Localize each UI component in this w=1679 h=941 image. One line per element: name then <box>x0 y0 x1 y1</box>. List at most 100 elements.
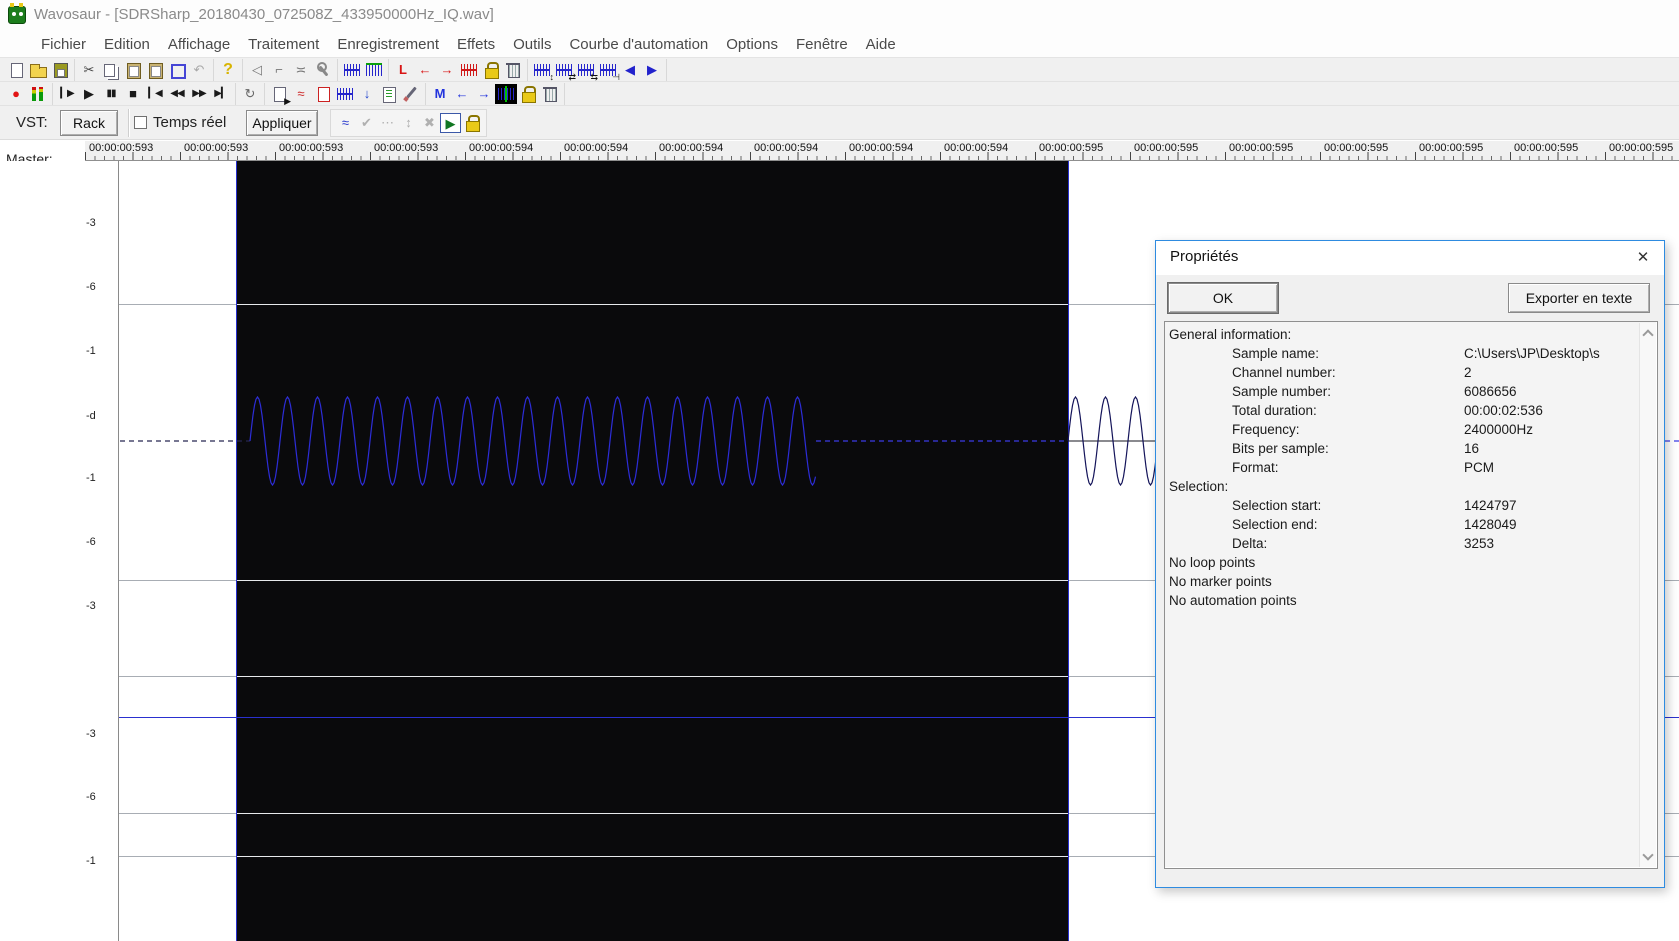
realtime-checkbox[interactable] <box>134 116 147 129</box>
property-row: Sample name: C:\Users\JP\Desktop\s <box>1232 346 1600 361</box>
routing-icon[interactable]: ⌐ <box>268 60 290 80</box>
property-row: Format: PCM <box>1232 460 1494 475</box>
menu-item[interactable]: Enregistrement <box>328 32 448 57</box>
loop-point-icon[interactable]: L <box>392 60 414 80</box>
frequency-analysis-icon[interactable] <box>334 84 356 104</box>
menu-bar: Fichier Edition Affichage Traitement Enregis… <box>0 30 1679 83</box>
db-scale-label: -3 <box>86 217 96 229</box>
marker-at-cursor-icon[interactable] <box>495 83 517 104</box>
toolbar-group-markers: M ← → <box>426 82 565 105</box>
options-wrench-icon[interactable] <box>312 60 334 80</box>
vst-apply-button[interactable]: Appliquer <box>246 110 318 136</box>
property-row: Sample number: 6086656 <box>1232 384 1517 399</box>
batch-list-icon[interactable] <box>378 84 400 104</box>
scroll-right-icon[interactable]: ▶ <box>641 60 663 80</box>
property-row: Channel number: 2 <box>1232 365 1472 380</box>
export-text-button[interactable]: Exporter en texte <box>1508 283 1650 313</box>
trim-selection-icon[interactable] <box>166 60 188 80</box>
paste-special-icon[interactable] <box>144 60 166 80</box>
property-row: No loop points <box>1169 555 1256 570</box>
lock-automation-icon[interactable] <box>461 113 482 133</box>
toolbar-group-loop-playback: ↻ <box>236 82 265 105</box>
toolbar-group-zoom: ↕ ⇄ ⇆ ⊣ ◀ ▶ <box>528 58 667 81</box>
marker-next-icon[interactable]: → <box>473 84 495 104</box>
db-scale-label: -6 <box>86 791 96 803</box>
scale-vertical-icon[interactable]: ↕ <box>398 113 419 133</box>
dialog-title-bar[interactable]: Propriétés ✕ <box>1156 241 1664 275</box>
scroll-down-icon[interactable] <box>1642 849 1654 861</box>
close-icon[interactable]: ✕ <box>1622 241 1664 275</box>
scroll-up-icon[interactable] <box>1642 329 1654 341</box>
menu-item[interactable]: Courbe d'automation <box>560 32 717 57</box>
ok-button[interactable]: OK <box>1168 283 1278 313</box>
marker-icon[interactable]: M <box>429 84 451 104</box>
zoom-selection-left-icon[interactable]: ⇆ <box>575 60 598 81</box>
db-scale-label: -6 <box>86 536 96 548</box>
loop-end-icon[interactable]: → <box>436 60 458 80</box>
scroll-left-icon[interactable]: ◀ <box>619 60 641 80</box>
automation-curve-icon[interactable]: ≈ <box>335 113 356 133</box>
draw-tool-icon[interactable] <box>400 84 422 104</box>
delete-loop-icon[interactable] <box>502 60 524 80</box>
resample-icon[interactable]: ↓ <box>356 84 378 104</box>
lock-markers-icon[interactable] <box>517 84 539 104</box>
insert-audio-icon[interactable]: ▶ <box>268 84 291 105</box>
apply-automation-icon[interactable]: ✔ <box>356 113 377 133</box>
menu-item[interactable]: Outils <box>504 32 560 57</box>
db-scale: -3 -6 -1 -d -1 -6 -3 -3 -6 -1 <box>0 0 118 941</box>
menu-item[interactable]: Options <box>717 32 787 57</box>
rewind-icon[interactable]: ◀◀ <box>166 84 188 104</box>
statistics-icon[interactable]: ≈ <box>290 84 312 104</box>
menu-items: Fichier Edition Affichage Traitement Enregis… <box>32 30 905 58</box>
menu-item[interactable]: Aide <box>857 32 905 57</box>
db-scale-label: -1 <box>86 472 96 484</box>
zoom-selection-icon[interactable] <box>341 60 363 80</box>
ruler-major-ticks <box>85 152 1679 160</box>
dialog-title: Propriétés <box>1170 248 1239 265</box>
db-scale-label: -1 <box>86 855 96 867</box>
undo-icon[interactable]: ↶ <box>188 60 210 80</box>
dialog-scrollbar[interactable] <box>1639 323 1656 867</box>
marker-previous-icon[interactable]: ← <box>451 84 473 104</box>
toolbar-group-selection <box>338 58 389 81</box>
loop-selection-icon[interactable] <box>458 60 480 80</box>
property-row: Delta: 3253 <box>1232 536 1495 551</box>
menu-item[interactable]: Fenêtre <box>787 32 857 57</box>
zoom-in-horizontal-icon[interactable]: ↕ <box>531 60 554 81</box>
property-row: Selection start: 1424797 <box>1232 498 1517 513</box>
title-bar[interactable]: Wavosaur - [SDRSharp_20180430_072508Z_43… <box>0 0 1679 30</box>
loop-playback-icon[interactable]: ↻ <box>239 84 261 104</box>
zoom-vertical-icon[interactable]: ⊣ <box>597 60 620 81</box>
audio-device-icon[interactable]: ◁ <box>246 60 268 80</box>
menu-item[interactable]: Traitement <box>239 32 328 57</box>
menu-item[interactable]: Affichage <box>159 32 239 57</box>
forward-icon[interactable]: ▶▶ <box>188 84 210 104</box>
toolbar-group-audio-config: ◁ ⌐ ≍ <box>243 58 338 81</box>
loop-start-icon[interactable]: ← <box>414 60 436 80</box>
property-row: No marker points <box>1169 574 1272 589</box>
automation-points-icon[interactable]: ⋯ <box>377 113 398 133</box>
io-config-icon[interactable]: ≍ <box>290 60 312 80</box>
toolbar-group-help: ? <box>214 58 243 81</box>
property-row: Frequency: 2400000Hz <box>1232 422 1534 437</box>
time-ruler[interactable]: 00:00:00:593 00:00:00:593 00:00:00:593 00:0… <box>85 141 1679 161</box>
preview-play-icon[interactable]: ▶ <box>440 113 461 133</box>
go-end-icon[interactable]: ▶▎ <box>210 84 232 104</box>
property-row: Total duration: 00:00:02:536 <box>1232 403 1543 418</box>
property-row: Selection end: 1428049 <box>1232 517 1517 532</box>
db-scale-label: -1 <box>86 345 96 357</box>
stop-icon[interactable]: ■ <box>122 84 144 104</box>
property-row: General information: <box>1169 327 1292 342</box>
delete-markers-icon[interactable] <box>539 84 561 104</box>
zoom-out-horizontal-icon[interactable]: ⇄ <box>553 60 576 81</box>
go-start-icon[interactable]: ▎◀ <box>144 84 166 104</box>
lock-loop-icon[interactable] <box>480 60 502 80</box>
help-icon[interactable]: ? <box>217 60 239 80</box>
menu-item[interactable]: Effets <box>448 32 504 57</box>
property-row: Selection: <box>1169 479 1229 494</box>
paste-icon[interactable] <box>122 60 144 80</box>
crop-selection-icon[interactable] <box>363 60 385 80</box>
delete-automation-icon[interactable]: ✖ <box>419 113 440 133</box>
close-file-icon[interactable] <box>312 84 334 104</box>
property-row: Bits per sample: 16 <box>1232 441 1480 456</box>
